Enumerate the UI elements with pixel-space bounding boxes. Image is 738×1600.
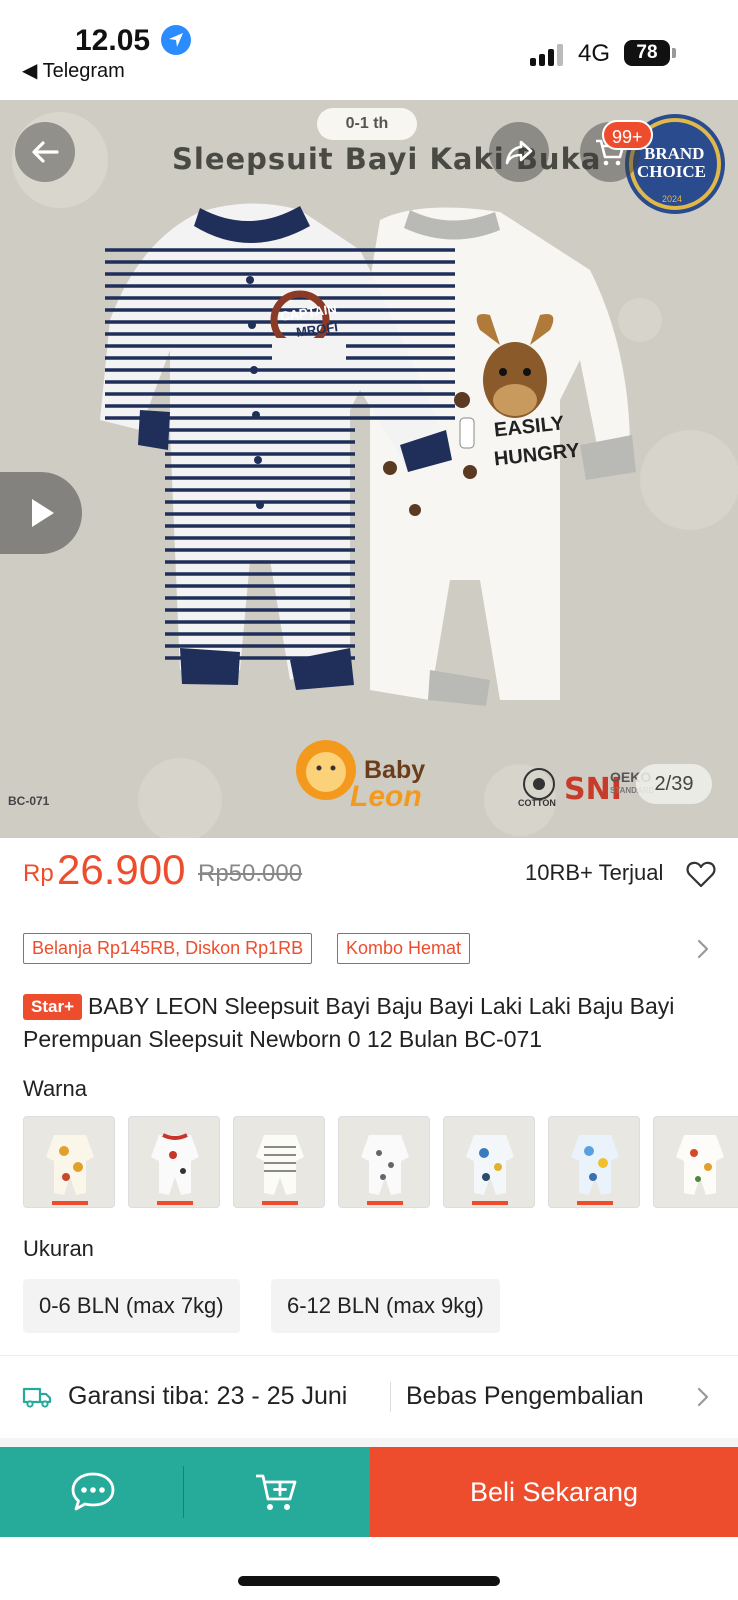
price-currency: Rp bbox=[23, 860, 54, 887]
arrow-left-icon bbox=[32, 141, 59, 163]
play-video-button[interactable] bbox=[0, 472, 82, 554]
color-swatch[interactable] bbox=[548, 1116, 640, 1208]
chat-icon bbox=[71, 1472, 115, 1511]
size-option-6-12[interactable]: 6-12 BLN (max 9kg) bbox=[271, 1279, 500, 1333]
product-title: Star+ BABY LEON Sleepsuit Bayi Baju Bayi … bbox=[23, 990, 723, 1056]
free-returns: Bebas Pengembalian bbox=[406, 1382, 644, 1410]
add-to-cart-button[interactable] bbox=[184, 1447, 370, 1537]
back-button[interactable] bbox=[15, 122, 75, 182]
location-arrow-icon bbox=[161, 25, 191, 55]
size-option-0-6[interactable]: 0-6 BLN (max 7kg) bbox=[23, 1279, 240, 1333]
color-label: Warna bbox=[23, 1076, 87, 1101]
current-price: 26.900 bbox=[57, 846, 186, 893]
chat-button[interactable] bbox=[0, 1447, 184, 1537]
add-to-cart-icon bbox=[256, 1474, 297, 1510]
favorite-button[interactable] bbox=[686, 860, 716, 893]
battery-tip bbox=[672, 48, 676, 58]
brand-badge-year: 2024 bbox=[662, 194, 683, 204]
color-swatch[interactable] bbox=[338, 1116, 430, 1208]
cotton-label: COTTON bbox=[518, 798, 556, 808]
share-icon bbox=[505, 140, 533, 165]
brand-logo-leon: Leon bbox=[350, 780, 422, 813]
shipping-chevron-right-icon[interactable] bbox=[696, 1386, 710, 1413]
color-swatch[interactable] bbox=[233, 1116, 325, 1208]
network-type: 4G bbox=[578, 40, 611, 67]
color-swatch[interactable] bbox=[23, 1116, 115, 1208]
vouchers-chevron-right-icon[interactable] bbox=[696, 938, 710, 965]
heart-icon bbox=[686, 861, 716, 888]
sku-code: BC-071 bbox=[8, 794, 50, 808]
product-title-text: BABY LEON Sleepsuit Bayi Baju Bayi Laki … bbox=[23, 993, 675, 1052]
truck-icon bbox=[22, 1386, 52, 1413]
product-image-gallery[interactable]: 0-1 th Sleepsuit Bayi Kaki Buka 99+ BRAN… bbox=[0, 100, 738, 838]
buy-now-button[interactable]: Beli Sekarang bbox=[370, 1447, 738, 1537]
back-to-telegram-link[interactable]: ◀ Telegram bbox=[22, 58, 125, 83]
voucher-discount[interactable]: Belanja Rp145RB, Diskon Rp1RB bbox=[23, 933, 313, 964]
age-range-label: 0-1 th bbox=[317, 108, 417, 140]
home-indicator[interactable] bbox=[238, 1576, 500, 1586]
color-swatch[interactable] bbox=[653, 1116, 738, 1208]
size-label: Ukuran bbox=[23, 1236, 94, 1261]
shipping-separator bbox=[390, 1382, 391, 1412]
play-icon bbox=[32, 499, 54, 527]
color-swatch[interactable] bbox=[443, 1116, 535, 1208]
sold-count: 10RB+ Terjual bbox=[525, 860, 664, 885]
signal-strength-icon bbox=[530, 44, 566, 66]
brand-choice-badge: BRAND CHOICE 2024 bbox=[622, 114, 726, 214]
image-page-indicator: 2/39 bbox=[636, 764, 712, 804]
battery-icon: 78 bbox=[624, 40, 670, 66]
status-bar: 12.05 ◀ Telegram 4G 78 bbox=[0, 0, 738, 100]
status-time: 12.05 bbox=[75, 24, 151, 57]
share-button[interactable] bbox=[489, 122, 549, 182]
voucher-kombo-hemat[interactable]: Kombo Hemat bbox=[337, 933, 471, 964]
color-swatch[interactable] bbox=[128, 1116, 220, 1208]
original-price: Rp50.000 bbox=[198, 860, 303, 887]
delivery-guarantee: Garansi tiba: 23 - 25 Juni bbox=[68, 1382, 348, 1410]
brand-badge-line2: CHOICE bbox=[637, 162, 706, 181]
star-plus-badge: Star+ bbox=[23, 994, 82, 1020]
brand-badge-line1: BRAND bbox=[644, 144, 705, 163]
